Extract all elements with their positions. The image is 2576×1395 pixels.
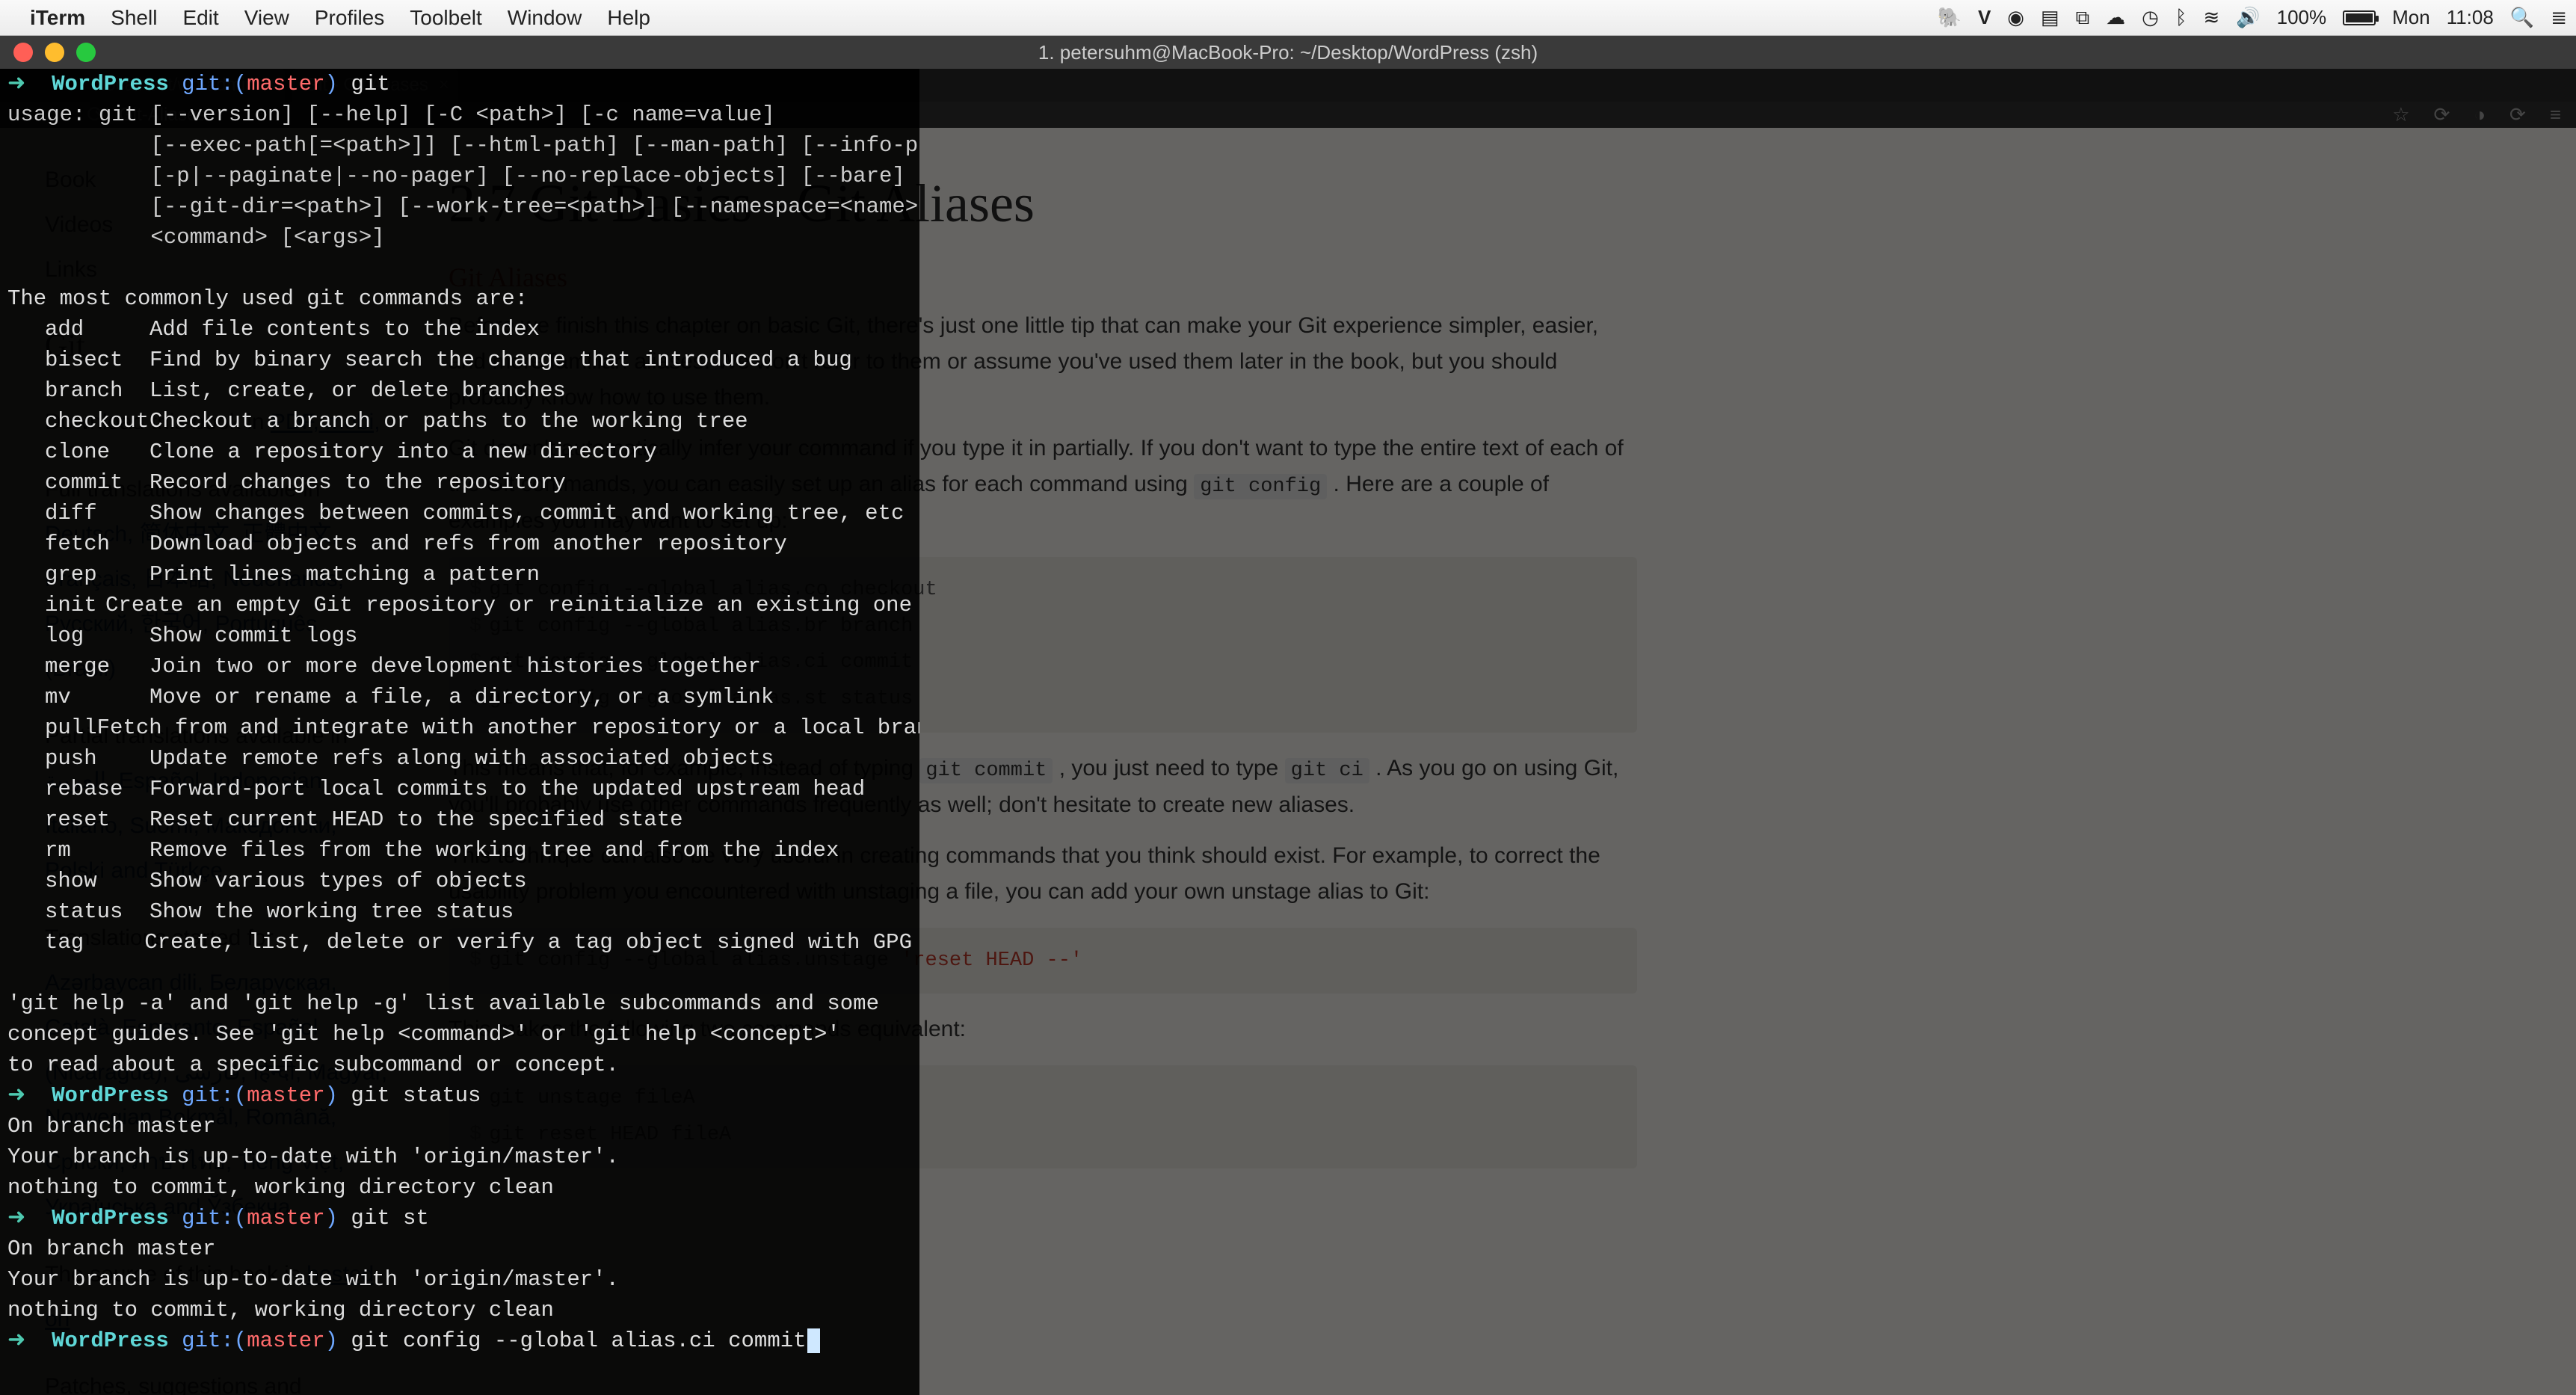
window-titlebar: 1. petersuhm@MacBook-Pro: ~/Desktop/Word… [0, 36, 2576, 69]
notification-icon[interactable]: ≣ [2551, 6, 2567, 29]
pocket-icon[interactable]: ⟳ [2434, 103, 2450, 126]
ext1-icon[interactable]: ◑ [2474, 103, 2486, 126]
cursor [807, 1328, 820, 1353]
record-icon[interactable]: ◉ [2007, 6, 2024, 29]
hamburger-icon[interactable]: ≡ [2550, 103, 2561, 126]
window-title: 1. petersuhm@MacBook-Pro: ~/Desktop/Word… [1038, 41, 1538, 64]
menubar-status: 🐘 V ◉ ▤ ⧉ ☁ ◷ ᛒ ≋ 🔊 100% Mon 11:08 🔍 ≣ [1938, 6, 2567, 30]
bluetooth-icon[interactable]: ᛒ [2175, 6, 2187, 29]
battery-icon[interactable] [2343, 10, 2376, 25]
battery-pct: 100% [2277, 6, 2327, 29]
clock-time[interactable]: 11:08 [2447, 6, 2494, 29]
app-name[interactable]: iTerm [30, 6, 85, 30]
menu-window[interactable]: Window [508, 6, 582, 30]
mac-menubar: iTerm Shell Edit View Profiles Toolbelt … [0, 0, 2576, 36]
menu-edit[interactable]: Edit [182, 6, 218, 30]
cloud-icon[interactable]: ☁ [2106, 6, 2125, 29]
clock-day[interactable]: Mon [2392, 6, 2430, 29]
book-icon[interactable]: ▤ [2041, 6, 2059, 29]
common-header: The most commonly used git commands are: [7, 283, 912, 314]
dropbox-icon[interactable]: ⧉ [2076, 6, 2090, 30]
wifi-icon[interactable]: ≋ [2203, 6, 2219, 29]
menu-view[interactable]: View [244, 6, 289, 30]
menu-profiles[interactable]: Profiles [315, 6, 384, 30]
star-icon[interactable]: ☆ [2392, 103, 2409, 126]
ext2-icon[interactable]: ⟳ [2509, 103, 2526, 126]
git-commands-list: addAdd file contents to the indexbisectF… [7, 314, 912, 958]
menu-help[interactable]: Help [607, 6, 650, 30]
terminal[interactable]: ➜ WordPress git:(master) git usage: git … [0, 69, 919, 1395]
v-icon[interactable]: V [1978, 6, 1991, 29]
volume-icon[interactable]: 🔊 [2236, 6, 2260, 29]
window-close-button[interactable] [13, 43, 33, 62]
content-area: localhost/wp-admin× Git - Git Aliases× ←… [0, 69, 2576, 1395]
window-minimize-button[interactable] [45, 43, 64, 62]
menu-shell[interactable]: Shell [111, 6, 157, 30]
spotlight-icon[interactable]: 🔍 [2510, 6, 2534, 29]
window-zoom-button[interactable] [76, 43, 96, 62]
menu-toolbelt[interactable]: Toolbelt [410, 6, 482, 30]
evernote-icon[interactable]: 🐘 [1938, 6, 1962, 29]
timer-icon[interactable]: ◷ [2142, 6, 2159, 29]
